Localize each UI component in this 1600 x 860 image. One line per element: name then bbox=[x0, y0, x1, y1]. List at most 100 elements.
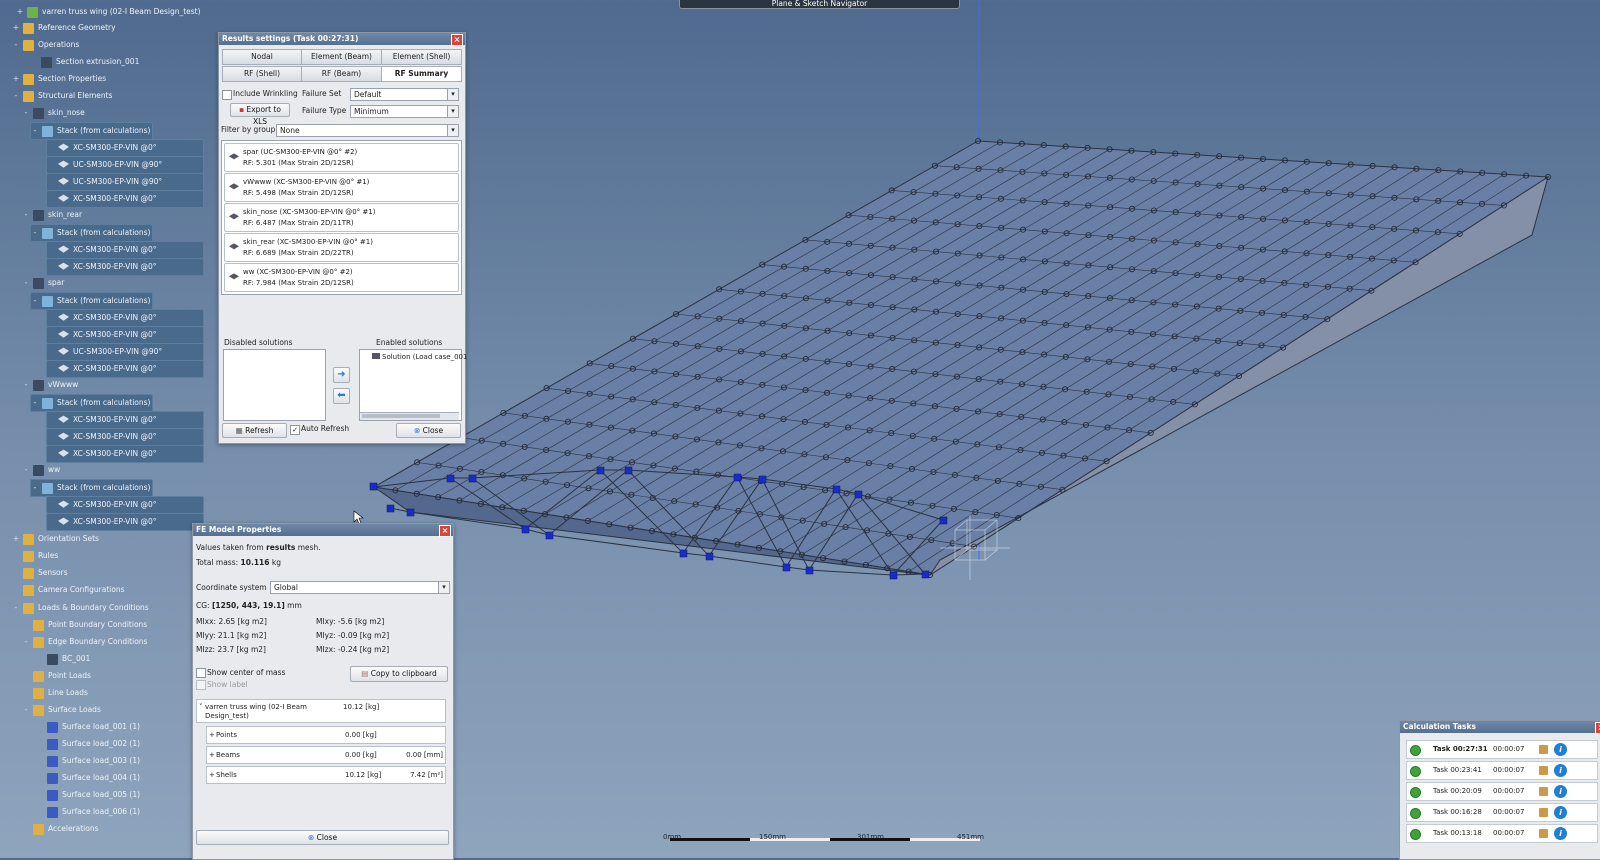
tree-item[interactable]: XC-SM300-EP-VIN @0° bbox=[46, 513, 204, 531]
tab-nodal[interactable]: Nodal bbox=[222, 49, 302, 65]
tree-item[interactable]: - spar bbox=[22, 275, 64, 291]
tree-item[interactable]: Line Loads bbox=[22, 685, 88, 701]
tree-item[interactable]: XC-SM300-EP-VIN @0° bbox=[46, 190, 204, 208]
tab-rf-summary[interactable]: RF Summary bbox=[381, 66, 462, 82]
filter-by-group-select[interactable]: None ▾ bbox=[276, 124, 459, 137]
tree-item[interactable]: XC-SM300-EP-VIN @0° bbox=[46, 496, 204, 514]
tree-item[interactable]: - Stack (from calculations) bbox=[30, 292, 153, 310]
lock-icon[interactable] bbox=[1539, 766, 1548, 775]
expand-toggle-icon[interactable]: - bbox=[31, 127, 39, 135]
coordinate-system-select[interactable]: Global ▾ bbox=[270, 581, 450, 594]
rf-result-card[interactable]: vWwww (XC-SM300-EP-VIN @0° #1) RF: 5.498 … bbox=[224, 173, 459, 202]
tree-item[interactable]: BC_001 bbox=[36, 651, 90, 667]
tree-item[interactable]: Point Loads bbox=[22, 668, 91, 684]
tree-item[interactable]: - Edge Boundary Conditions bbox=[22, 634, 147, 650]
tree-item[interactable]: UC-SM300-EP-VIN @90° bbox=[46, 156, 204, 174]
tree-item[interactable]: - skin_rear bbox=[22, 207, 82, 223]
tree-item[interactable]: Accelerations bbox=[22, 821, 99, 837]
expand-toggle-icon[interactable]: + bbox=[12, 535, 20, 543]
close-icon[interactable]: × bbox=[439, 525, 451, 537]
include-wrinkling-checkbox[interactable] bbox=[222, 90, 232, 100]
tree-item[interactable]: XC-SM300-EP-VIN @0° bbox=[46, 360, 204, 378]
plane-sketch-navigator[interactable]: Plane & Sketch Navigator bbox=[679, 0, 960, 9]
task-row[interactable]: Task 00:20:09 00:00:07 i bbox=[1406, 782, 1598, 801]
tree-item[interactable]: - Stack (from calculations) bbox=[30, 122, 153, 140]
expand-toggle-icon[interactable]: + bbox=[16, 8, 24, 16]
tree-item[interactable]: XC-SM300-EP-VIN @0° bbox=[46, 411, 204, 429]
disabled-solutions-list[interactable] bbox=[223, 349, 326, 421]
tree-item[interactable]: - skin_nose bbox=[22, 105, 85, 121]
tree-item[interactable]: XC-SM300-EP-VIN @0° bbox=[46, 139, 204, 157]
expand-toggle-icon[interactable]: - bbox=[31, 399, 39, 407]
copy-to-clipboard-button[interactable]: ▤ Copy to clipboard bbox=[350, 666, 448, 682]
enabled-solution-item[interactable]: Solution (Load case_001 bbox=[372, 353, 467, 361]
lock-icon[interactable] bbox=[1539, 745, 1548, 754]
close-icon[interactable]: × bbox=[451, 34, 463, 46]
rf-result-card[interactable]: spar (UC-SM300-EP-VIN @0° #2) RF: 5.301 (… bbox=[224, 143, 459, 172]
tree-item[interactable]: - Loads & Boundary Conditions bbox=[12, 600, 149, 616]
tree-item[interactable]: Surface load_004 (1) bbox=[36, 770, 140, 786]
horizontal-scrollbar[interactable] bbox=[360, 412, 459, 420]
tree-item[interactable]: + Orientation Sets bbox=[12, 531, 99, 547]
tree-item[interactable]: Section extrusion_001 bbox=[30, 54, 139, 70]
tree-item[interactable]: Point Boundary Conditions bbox=[22, 617, 147, 633]
results-settings-titlebar[interactable]: Results settings (Task 00:27:31) × bbox=[219, 33, 465, 46]
failure-set-select[interactable]: Default ▾ bbox=[350, 88, 459, 101]
task-row[interactable]: Task 00:16:28 00:00:07 i bbox=[1406, 803, 1598, 822]
expand-icon[interactable]: + bbox=[209, 767, 215, 783]
expand-toggle-icon[interactable]: - bbox=[31, 484, 39, 492]
tree-item[interactable]: Surface load_006 (1) bbox=[36, 804, 140, 820]
auto-refresh-checkbox[interactable]: ✓ bbox=[290, 425, 300, 435]
task-row[interactable]: Task 00:23:41 00:00:07 i bbox=[1406, 761, 1598, 780]
tree-item[interactable]: Surface load_003 (1) bbox=[36, 753, 140, 769]
expand-toggle-icon[interactable]: - bbox=[31, 297, 39, 305]
tree-item[interactable]: - Stack (from calculations) bbox=[30, 394, 153, 412]
fe-model-properties-titlebar[interactable]: FE Model Properties × bbox=[193, 524, 453, 537]
info-icon[interactable]: i bbox=[1554, 764, 1567, 777]
expand-toggle-icon[interactable]: + bbox=[12, 24, 20, 32]
tree-item[interactable]: UC-SM300-EP-VIN @90° bbox=[46, 173, 204, 191]
info-icon[interactable]: i bbox=[1554, 827, 1567, 840]
expand-icon[interactable]: + bbox=[209, 747, 215, 763]
tree-item[interactable]: - Operations bbox=[12, 37, 79, 53]
close-icon[interactable]: × bbox=[1595, 722, 1600, 734]
tree-item[interactable]: - Stack (from calculations) bbox=[30, 479, 153, 497]
tree-item[interactable]: XC-SM300-EP-VIN @0° bbox=[46, 428, 204, 446]
expand-toggle-icon[interactable]: - bbox=[12, 41, 20, 49]
tab-element-beam[interactable]: Element (Beam) bbox=[301, 49, 382, 65]
tree-item[interactable]: XC-SM300-EP-VIN @0° bbox=[46, 309, 204, 327]
results-close-button[interactable]: ⊗ Close bbox=[396, 423, 461, 438]
tree-item[interactable]: - vWwww bbox=[22, 377, 78, 393]
tree-item[interactable]: - Stack (from calculations) bbox=[30, 224, 153, 242]
tree-item[interactable]: + Section Properties bbox=[12, 71, 106, 87]
tree-item[interactable]: - ww bbox=[22, 462, 60, 478]
move-right-button[interactable]: ➜ bbox=[333, 367, 350, 383]
expand-toggle-icon[interactable]: - bbox=[22, 279, 30, 287]
info-icon[interactable]: i bbox=[1554, 806, 1567, 819]
tab-rf-beam[interactable]: RF (Beam) bbox=[301, 66, 382, 82]
mass-tree-root[interactable]: ˅ varren truss wing (02-I Beam Design_te… bbox=[196, 699, 446, 723]
tree-item[interactable]: + varren truss wing (02-I Beam Design_tes… bbox=[16, 4, 201, 20]
show-center-of-mass-checkbox[interactable] bbox=[196, 668, 206, 678]
enabled-solutions-list[interactable]: Solution (Load case_001 bbox=[359, 349, 467, 421]
task-row[interactable]: Task 00:13:18 00:00:07 i bbox=[1406, 824, 1598, 843]
tab-element-shell[interactable]: Element (Shell) bbox=[381, 49, 462, 65]
lock-icon[interactable] bbox=[1539, 829, 1548, 838]
rf-result-card[interactable]: skin_rear (XC-SM300-EP-VIN @0° #1) RF: 6.… bbox=[224, 233, 459, 262]
mass-tree-row[interactable]: + Shells 10.12 [kg] 7.42 [m²] bbox=[206, 766, 446, 784]
tree-item[interactable]: XC-SM300-EP-VIN @0° bbox=[46, 241, 204, 259]
tree-item[interactable]: Surface load_001 (1) bbox=[36, 719, 140, 735]
mass-tree-row[interactable]: + Points 0.00 [kg] bbox=[206, 726, 446, 744]
expand-toggle-icon[interactable]: - bbox=[22, 109, 30, 117]
tree-item[interactable]: UC-SM300-EP-VIN @90° bbox=[46, 343, 204, 361]
tree-item[interactable]: + Reference Geometry bbox=[12, 20, 116, 36]
expand-toggle-icon[interactable]: - bbox=[22, 381, 30, 389]
show-label-checkbox[interactable] bbox=[196, 680, 206, 690]
task-row[interactable]: Task 00:27:31 00:00:07 i bbox=[1406, 740, 1598, 759]
tree-item[interactable]: - Structural Elements bbox=[12, 88, 112, 104]
tree-item[interactable]: XC-SM300-EP-VIN @0° bbox=[46, 326, 204, 344]
info-icon[interactable]: i bbox=[1554, 743, 1567, 756]
info-icon[interactable]: i bbox=[1554, 785, 1567, 798]
expand-toggle-icon[interactable]: - bbox=[22, 466, 30, 474]
rf-result-card[interactable]: ww (XC-SM300-EP-VIN @0° #2) RF: 7.984 (Ma… bbox=[224, 263, 459, 292]
